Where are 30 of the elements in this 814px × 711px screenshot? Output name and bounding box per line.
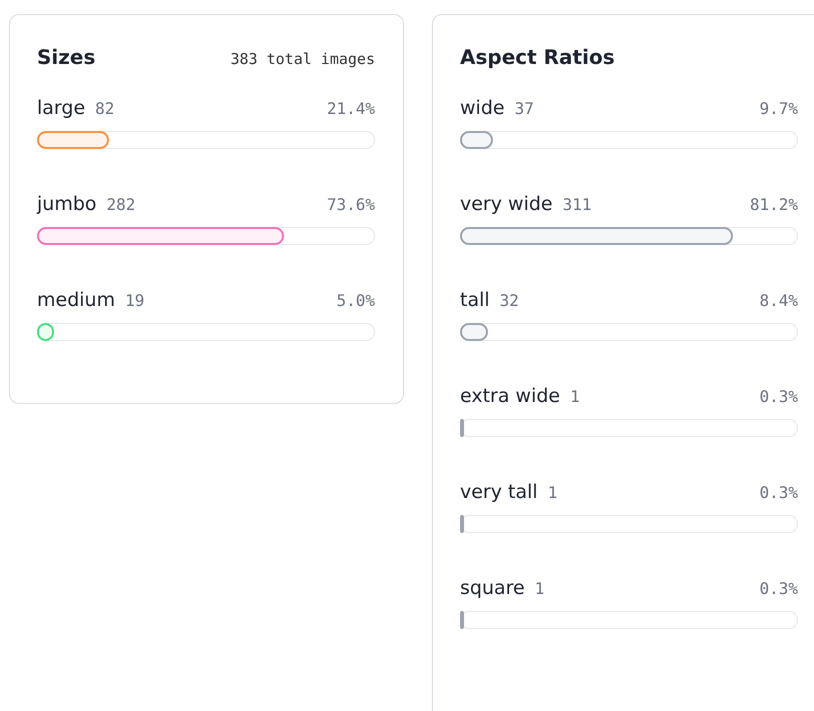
- category-count: 311: [562, 195, 592, 214]
- category-percent: 81.2%: [750, 195, 798, 214]
- category-label: large: [37, 97, 86, 119]
- total-count: 383 total images: [230, 50, 375, 68]
- category-label: square: [460, 577, 525, 599]
- card-title: Aspect Ratios: [460, 45, 615, 69]
- category-percent: 0.3%: [759, 579, 798, 598]
- category-label: tall: [460, 289, 490, 311]
- category-percent: 0.3%: [759, 387, 798, 406]
- category-label: medium: [37, 289, 116, 311]
- category-label: extra wide: [460, 385, 560, 407]
- category-count: 32: [500, 291, 519, 310]
- category-count: 37: [514, 99, 534, 118]
- category-label: wide: [460, 97, 505, 119]
- category-label: very wide: [460, 193, 553, 215]
- category-percent: 8.4%: [759, 291, 798, 310]
- category-count: 1: [534, 579, 544, 598]
- category-count: 82: [95, 99, 114, 118]
- category-count: 1: [570, 387, 580, 406]
- category-count: 19: [125, 291, 144, 310]
- category-percent: 73.6%: [326, 195, 375, 214]
- card-title: Sizes: [37, 45, 96, 69]
- category-count: 282: [106, 195, 136, 214]
- category-count: 1: [548, 483, 558, 502]
- category-label: very tall: [460, 481, 538, 503]
- category-percent: 9.7%: [759, 99, 798, 118]
- category-percent: 21.4%: [326, 99, 375, 118]
- category-percent: 0.3%: [759, 483, 798, 502]
- category-percent: 5.0%: [336, 291, 375, 310]
- category-label: jumbo: [37, 193, 97, 215]
